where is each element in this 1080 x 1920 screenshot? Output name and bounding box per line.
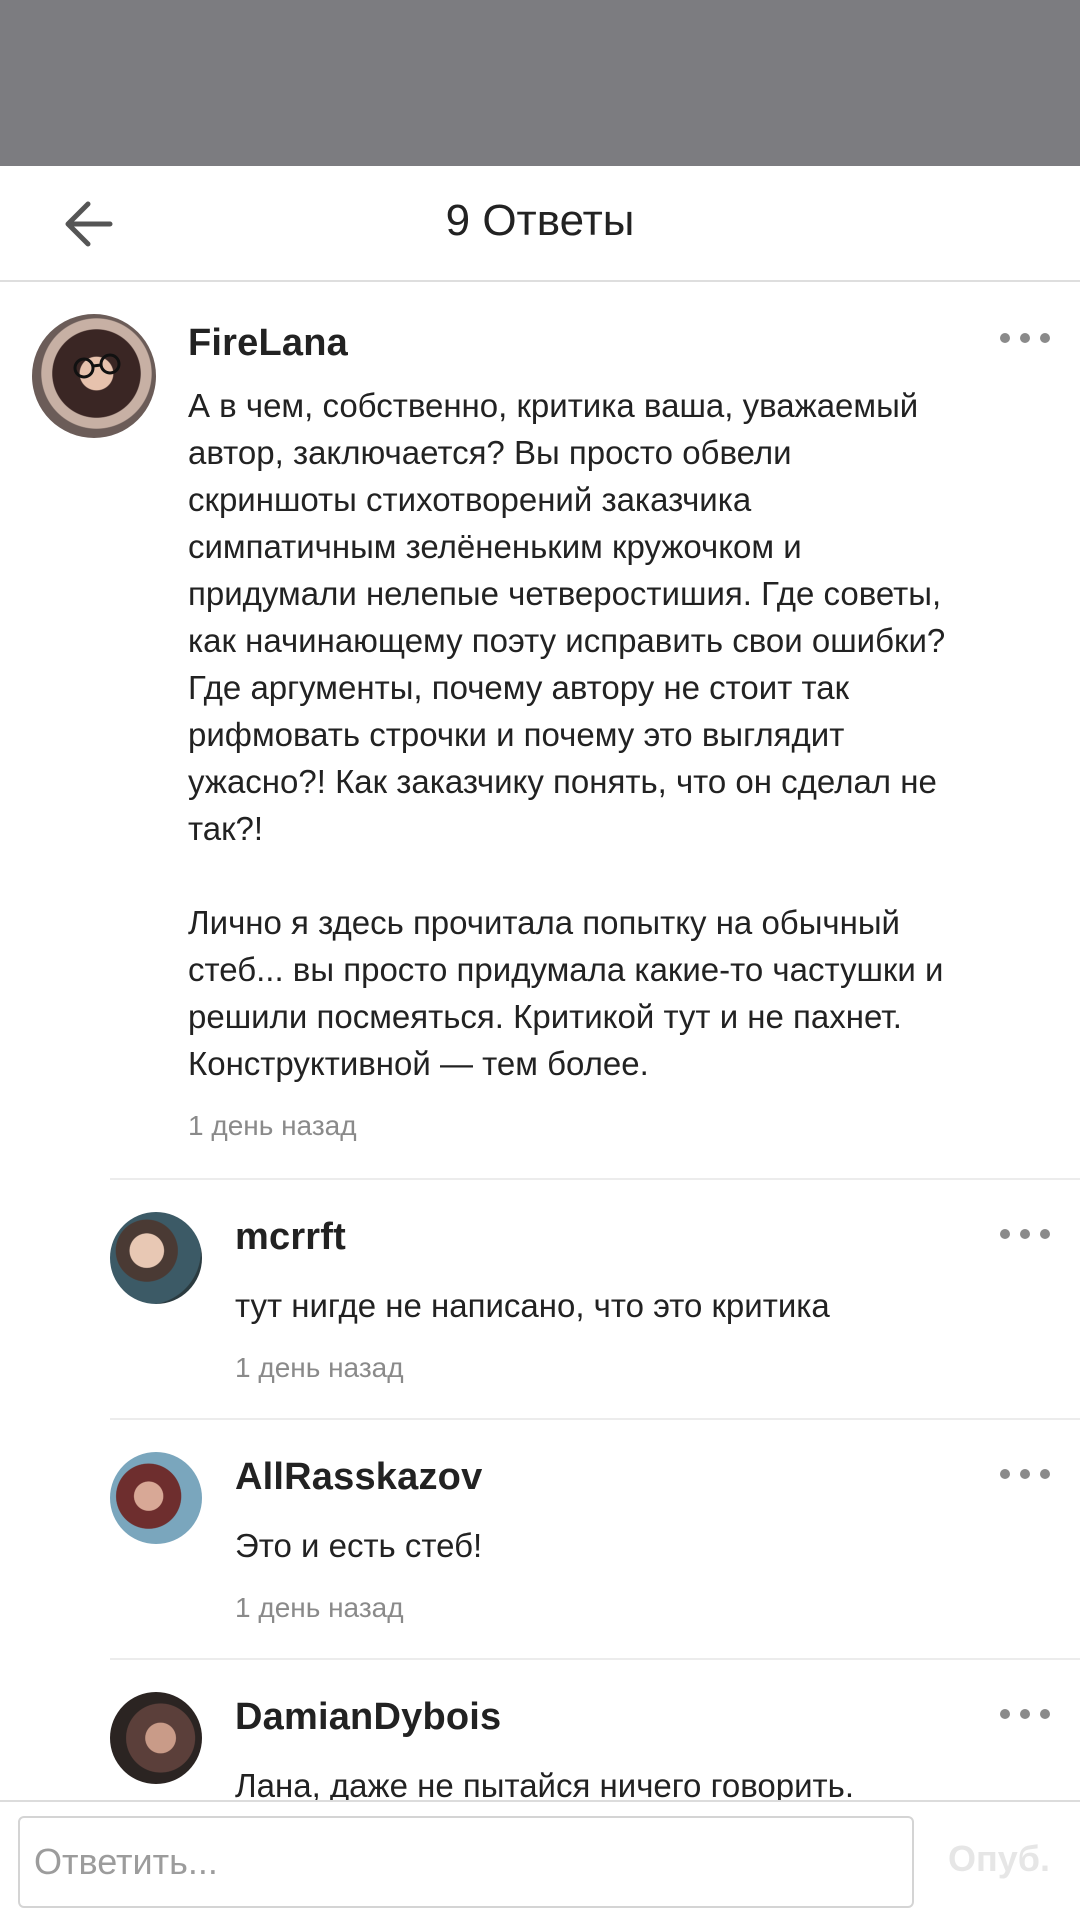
comment-text: тут нигде не написано, что это критика: [235, 1287, 830, 1324]
reply-bar: Опуб.: [0, 1800, 1080, 1920]
replies-header: 9 Ответы: [0, 166, 1080, 282]
comment-item: AllRasskazov Это и есть стеб! 1 день наз…: [0, 1420, 1080, 1660]
text-line: Лично я здесь прочитала попытку на обычн…: [188, 904, 900, 941]
more-options-icon[interactable]: [1000, 1704, 1050, 1724]
comment-item: FireLana А в чем, собственно, критика ва…: [0, 284, 1080, 1184]
dimmed-background-overlay[interactable]: [0, 0, 1080, 166]
text-line: ужасно?! Как заказчику понять, что он сд…: [188, 763, 937, 800]
comment-timestamp: 1 день назад: [188, 1110, 357, 1141]
comment-timestamp: 1 день назад: [235, 1352, 404, 1383]
comment-text: Лана, даже не пытайся ничего говорить.: [235, 1767, 855, 1800]
text-line: Где аргументы, почему автору не стоит та…: [188, 669, 850, 706]
avatar[interactable]: [32, 314, 156, 438]
comment-text: А в чем, собственно, критика ваша, уважа…: [188, 382, 1058, 1087]
text-line: придумали нелепые четверостишия. Где сов…: [188, 575, 942, 612]
comment-author[interactable]: AllRasskazov: [235, 1456, 482, 1499]
comment-thread[interactable]: FireLana А в чем, собственно, критика ва…: [0, 284, 1080, 1800]
comment-text: Это и есть стеб!: [235, 1527, 483, 1564]
glasses-icon: [73, 353, 121, 379]
text-line: решили посмеяться. Критикой тут и не пах…: [188, 998, 902, 1035]
text-line: симпатичным зелёненьким кружочком и: [188, 528, 802, 565]
text-line: так?!: [188, 810, 264, 847]
more-options-icon[interactable]: [1000, 1464, 1050, 1484]
text-line: автор, заключается? Вы просто обвели: [188, 434, 792, 471]
more-options-icon[interactable]: [1000, 328, 1050, 348]
text-line: Конструктивной — тем более.: [188, 1045, 649, 1082]
text-line: как начинающему поэту исправить свои оши…: [188, 622, 946, 659]
avatar[interactable]: [110, 1692, 202, 1784]
text-line: А в чем, собственно, критика ваша, уважа…: [188, 387, 919, 424]
comment-author[interactable]: mcrrft: [235, 1216, 346, 1259]
comment-author[interactable]: DamianDybois: [235, 1696, 501, 1739]
page-title: 9 Ответы: [445, 196, 635, 245]
publish-button[interactable]: Опуб.: [948, 1838, 1050, 1880]
more-options-icon[interactable]: [1000, 1224, 1050, 1244]
comment-item: mcrrft тут нигде не написано, что это кр…: [0, 1180, 1080, 1420]
comment-item: DamianDybois Лана, даже не пытайся ничег…: [0, 1660, 1080, 1800]
comment-timestamp: 1 день назад: [235, 1592, 404, 1623]
text-line: скриншоты стихотворений заказчика: [188, 481, 752, 518]
reply-input[interactable]: [18, 1816, 914, 1908]
comment-author[interactable]: FireLana: [188, 322, 348, 365]
avatar[interactable]: [110, 1452, 202, 1544]
avatar[interactable]: [110, 1212, 202, 1304]
text-line: стеб... вы просто придумала какие-то час…: [188, 951, 944, 988]
text-line: рифмовать строчки и почему это выглядит: [188, 716, 845, 753]
